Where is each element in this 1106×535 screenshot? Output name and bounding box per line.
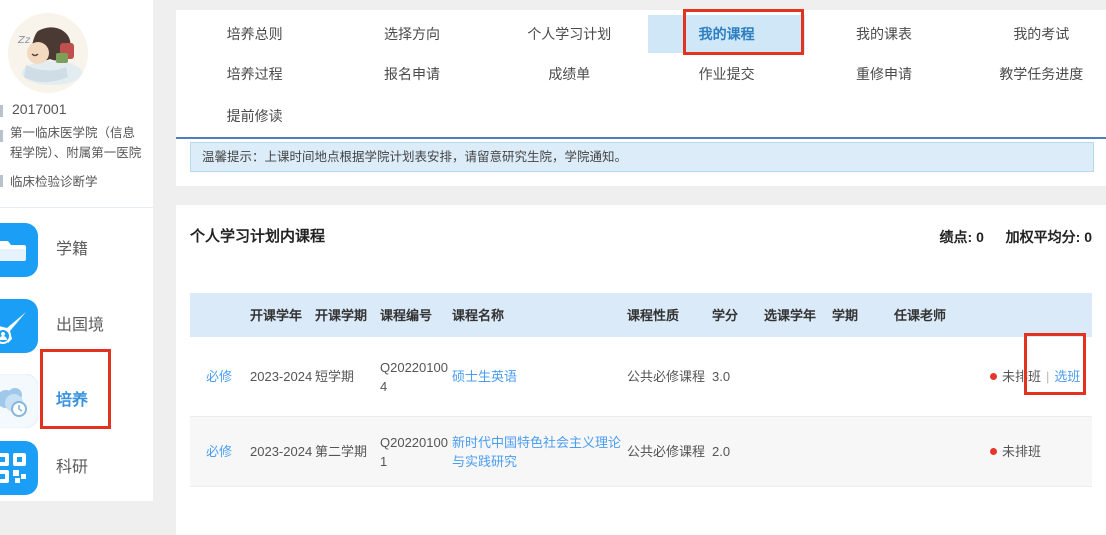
weighted-avg-value: 0	[1084, 229, 1092, 245]
course-code-cell: Q202201001	[380, 433, 452, 471]
tab-transcript[interactable]: 成绩单	[491, 53, 648, 95]
open-year-cell: 2023-2024	[250, 367, 315, 386]
gpa-value: 0	[976, 229, 984, 245]
header-course-code: 课程编号	[380, 306, 452, 325]
header-course-nature: 课程性质	[627, 306, 712, 325]
status-text: 未排班	[1002, 442, 1041, 461]
header-open-term: 开课学期	[315, 306, 380, 325]
status-dot	[990, 448, 997, 455]
course-name-link[interactable]: 新时代中国特色社会主义理论与实践研究	[452, 433, 627, 471]
tab-personal-plan[interactable]: 个人学习计划	[491, 15, 648, 53]
course-table: 开课学年 开课学期 课程编号 课程名称 课程性质 学分 选课学年 学期 任课老师…	[190, 293, 1092, 487]
avatar: Zz	[8, 13, 88, 93]
course-code-cell: Q202201004	[380, 358, 452, 396]
header-teacher: 任课老师	[894, 306, 984, 325]
id-bullet	[0, 105, 3, 117]
tab-retake-apply[interactable]: 重修申请	[805, 53, 962, 95]
select-class-link[interactable]: 选班	[1054, 367, 1080, 386]
table-header-row: 开课学年 开课学期 课程编号 课程名称 课程性质 学分 选课学年 学期 任课老师	[190, 293, 1092, 337]
content-panel: 个人学习计划内课程 绩点: 0 加权平均分: 0 开课学年 开课学期 课程编号 …	[176, 205, 1106, 535]
tab-training-process[interactable]: 培养过程	[176, 53, 333, 95]
folder-icon	[0, 223, 38, 277]
tab-my-timetable[interactable]: 我的课表	[805, 15, 962, 53]
section-title: 个人学习计划内课程	[190, 225, 325, 246]
course-type-link[interactable]: 必修	[190, 442, 250, 461]
header-credit: 学分	[712, 306, 764, 325]
abroad-icon	[0, 299, 38, 353]
nav-divider-line	[176, 137, 1106, 139]
weighted-avg-label: 加权平均分:	[1006, 229, 1081, 245]
affiliation: 第一临床医学院（信息 程学院）、附属第一医院	[10, 124, 154, 163]
gpa-stats: 绩点: 0 加权平均分: 0	[940, 227, 1093, 247]
sidebar-item-abroad[interactable]: 出国境	[0, 299, 153, 353]
major-bullet	[0, 175, 3, 187]
open-year-cell: 2023-2024	[250, 442, 315, 461]
affiliation-line: 程学院）、附属第一医院	[10, 144, 154, 164]
student-id: 2017001	[12, 101, 67, 117]
table-row: 必修 2023-2024 短学期 Q202201004 硕士生英语 公共必修课程…	[190, 337, 1092, 417]
status-dot	[990, 373, 997, 380]
course-nature-cell: 公共必修课程	[627, 367, 712, 386]
top-nav-panel: 培养总则 选择方向 个人学习计划 我的课程 我的课表 我的考试 培养过程 报名申…	[176, 10, 1106, 186]
header-course-name: 课程名称	[452, 306, 627, 325]
status-separator: |	[1046, 367, 1049, 386]
open-term-cell: 短学期	[315, 367, 380, 386]
sidebar-item-label: 出国境	[56, 299, 104, 353]
sidebar-item-label: 学籍	[56, 223, 88, 277]
header-select-year: 选课学年	[764, 306, 832, 325]
training-icon	[0, 374, 38, 428]
tab-teaching-progress[interactable]: 教学任务进度	[963, 53, 1106, 95]
nav-tabs: 培养总则 选择方向 个人学习计划 我的课程 我的课表 我的考试 培养过程 报名申…	[176, 15, 1106, 137]
credit-cell: 3.0	[712, 367, 764, 386]
status-text: 未排班	[1002, 367, 1041, 386]
table-row: 必修 2023-2024 第二学期 Q202201001 新时代中国特色社会主义…	[190, 417, 1092, 487]
sidebar-item-student-status[interactable]: 学籍	[0, 223, 153, 277]
tab-my-courses[interactable]: 我的课程	[648, 15, 805, 53]
sidebar-item-label: 科研	[56, 441, 88, 495]
sidebar-item-training[interactable]: 培养	[0, 374, 153, 428]
gpa-label: 绩点:	[940, 229, 973, 245]
status-cell: 未排班	[984, 442, 1092, 461]
major: 临床检验诊断学	[10, 171, 98, 190]
open-term-cell: 第二学期	[315, 442, 380, 461]
credit-cell: 2.0	[712, 442, 764, 461]
tab-advance-study[interactable]: 提前修读	[176, 95, 333, 137]
sidebar: Zz 2017001 第一临床医学院（信息 程学院）、附属第一医院 临床检验诊断…	[0, 0, 153, 501]
affiliation-line: 第一临床医学院（信息	[10, 124, 154, 144]
course-nature-cell: 公共必修课程	[627, 442, 712, 461]
tab-registration[interactable]: 报名申请	[333, 53, 490, 95]
sidebar-divider	[0, 207, 153, 208]
sidebar-item-research[interactable]: 科研	[0, 441, 153, 495]
tab-choose-direction[interactable]: 选择方向	[333, 15, 490, 53]
qr-code-icon	[0, 441, 38, 495]
header-open-year: 开课学年	[250, 306, 315, 325]
status-cell: 未排班 | 选班	[984, 367, 1092, 386]
tab-training-rules[interactable]: 培养总则	[176, 15, 333, 53]
course-type-link[interactable]: 必修	[190, 367, 250, 386]
tab-my-exams[interactable]: 我的考试	[963, 15, 1106, 53]
notice-bar: 温馨提示：上课时间地点根据学院计划表安排，请留意研究生院，学院通知。	[190, 142, 1094, 172]
sidebar-item-label: 培养	[56, 374, 88, 428]
affiliation-bullet	[0, 130, 3, 142]
header-select-term: 学期	[832, 306, 894, 325]
svg-text:Zz: Zz	[17, 35, 31, 46]
tab-homework-submit[interactable]: 作业提交	[648, 53, 805, 95]
course-name-link[interactable]: 硕士生英语	[452, 367, 627, 386]
